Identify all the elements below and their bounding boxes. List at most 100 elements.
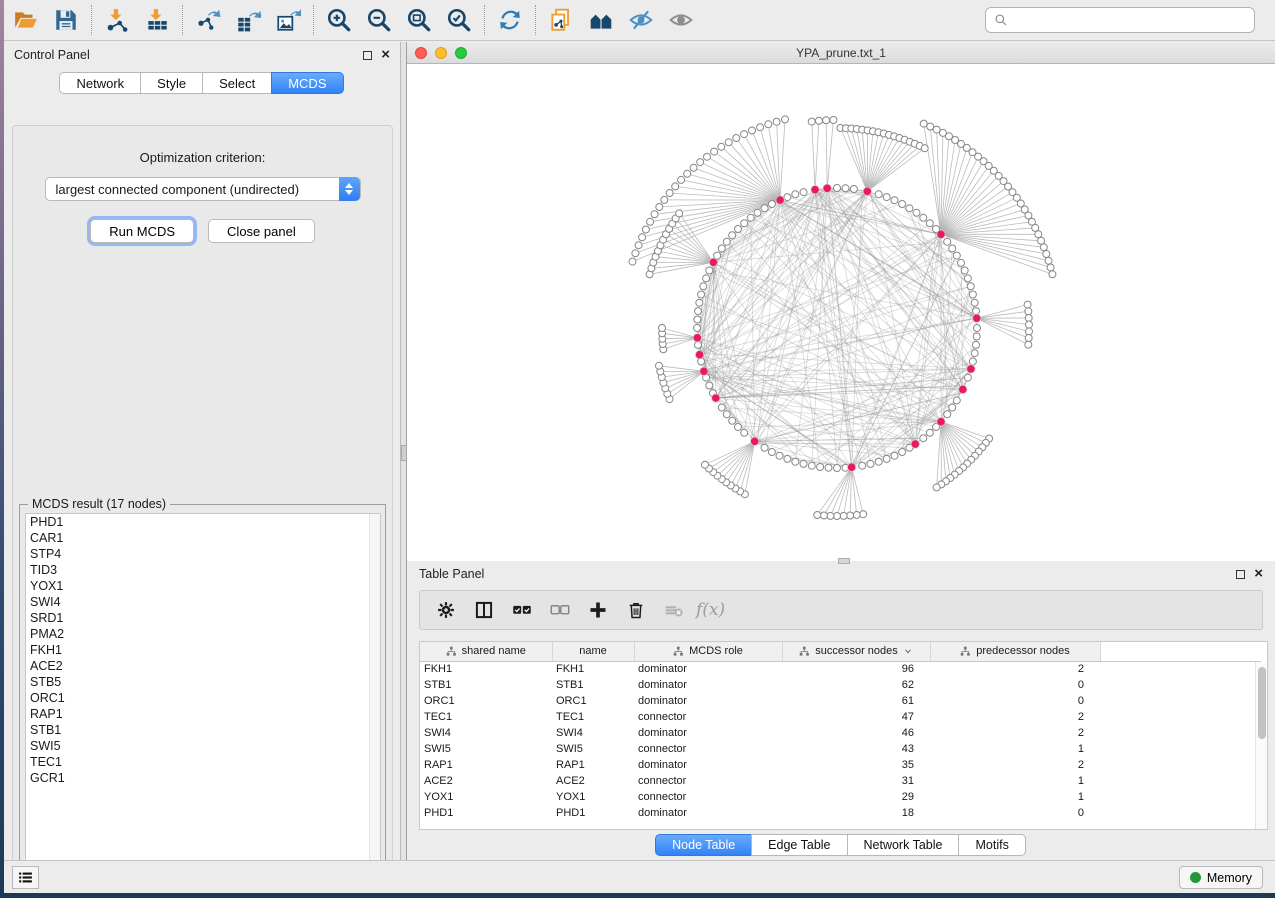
table-row[interactable]: ORC1ORC1dominator610 [420,693,1261,709]
save-button[interactable] [46,3,86,37]
mcds-result-item[interactable]: GCR1 [26,770,380,786]
table-cell-empty [1100,757,1261,773]
optimization-criterion-select[interactable]: largest connected component (undirected) [45,177,361,201]
zoom-fit-button[interactable] [399,3,439,37]
add-button[interactable] [582,594,614,626]
table-row[interactable]: ACE2ACE2connector311 [420,773,1261,789]
mcds-result-item[interactable]: ACE2 [26,658,380,674]
mcds-result-item[interactable]: SWI4 [26,594,380,610]
mcds-result-item[interactable]: SWI5 [26,738,380,754]
tab-mcds[interactable]: MCDS [271,72,343,94]
gear-button[interactable] [430,594,462,626]
table-row[interactable]: PHD1PHD1dominator180 [420,805,1261,821]
column-header-predecessor-nodes[interactable]: predecessor nodes [930,642,1100,661]
table-row[interactable]: STB1STB1dominator620 [420,677,1261,693]
network-graph[interactable] [407,64,1275,560]
export-table-button[interactable] [228,3,268,37]
table-cell: STB1 [420,677,552,693]
network-canvas[interactable] [407,64,1275,560]
table-cell: ACE2 [552,773,634,789]
close-panel-button[interactable]: Close panel [208,219,315,243]
tab-style[interactable]: Style [140,72,203,94]
mcds-result-item[interactable]: STB1 [26,722,380,738]
delete-table-icon [664,600,684,620]
export-image-button[interactable] [268,3,308,37]
tab-network[interactable]: Network [59,72,141,94]
table-panel: Table Panel × f(x) shared namenameMCDS r… [407,562,1275,859]
mcds-result-item[interactable]: CAR1 [26,530,380,546]
float-window-icon[interactable] [363,51,372,60]
table-cell: PHD1 [420,805,552,821]
horizontal-splitter-handle[interactable] [838,558,850,564]
tab-edge-table[interactable]: Edge Table [751,834,847,856]
birdseye-button[interactable] [661,3,701,37]
table-cell: RAP1 [552,757,634,773]
select-all-button[interactable] [506,594,538,626]
table-row[interactable]: RAP1RAP1dominator352 [420,757,1261,773]
trash-icon [626,600,646,620]
mcds-result-item[interactable]: PHD1 [26,514,380,530]
run-mcds-button[interactable]: Run MCDS [90,219,194,243]
table-row[interactable]: FKH1FKH1dominator962 [420,661,1261,677]
table-scrollbar-thumb[interactable] [1258,667,1266,739]
table-row[interactable]: YOX1YOX1connector291 [420,789,1261,805]
tab-network-table[interactable]: Network Table [847,834,960,856]
duplicate-network-button[interactable] [541,3,581,37]
column-header-successor-nodes[interactable]: successor nodes [782,642,930,661]
mcds-result-item[interactable]: ORC1 [26,690,380,706]
search-box[interactable] [985,7,1255,33]
export-network-button[interactable] [188,3,228,37]
column-label: predecessor nodes [976,645,1070,657]
column-header-name[interactable]: name [552,642,634,661]
mcds-list-scrollbar[interactable] [369,514,380,868]
mcds-result-item[interactable]: SRD1 [26,610,380,626]
network-window-titlebar[interactable]: YPA_prune.txt_1 [407,42,1275,64]
column-header-MCDS-role[interactable]: MCDS role [634,642,782,661]
table-cell: YOX1 [420,789,552,805]
mcds-result-item[interactable]: TID3 [26,562,380,578]
close-panel-icon[interactable]: × [381,50,390,60]
tab-motifs[interactable]: Motifs [958,834,1025,856]
refresh-button[interactable] [490,3,530,37]
table-row[interactable]: SWI4SWI4dominator462 [420,725,1261,741]
mcds-result-item[interactable]: PMA2 [26,626,380,642]
mcds-result-item[interactable]: TEC1 [26,754,380,770]
mcds-result-list[interactable]: PHD1CAR1STP4TID3YOX1SWI4SRD1PMA2FKH1ACE2… [25,513,381,869]
duplicate-network-icon [548,7,574,33]
mcds-result-item[interactable]: YOX1 [26,578,380,594]
mcds-result-item[interactable]: STP4 [26,546,380,562]
mcds-result-title: MCDS result (17 nodes) [28,497,170,511]
zoom-out-button[interactable] [359,3,399,37]
binoculars-icon [588,7,614,33]
close-table-panel-icon[interactable]: × [1254,569,1263,579]
trash-button[interactable] [620,594,652,626]
binoculars-button[interactable] [581,3,621,37]
hide-details-button[interactable] [621,3,661,37]
table-cell: STB1 [552,677,634,693]
zoom-fit-icon [406,7,432,33]
table-row[interactable]: TEC1TEC1connector472 [420,709,1261,725]
deselect-all-button[interactable] [544,594,576,626]
task-history-button[interactable] [12,866,39,889]
table-scrollbar[interactable] [1255,662,1267,829]
import-network-button[interactable] [97,3,137,37]
tab-select[interactable]: Select [202,72,272,94]
zoom-selected-button[interactable] [439,3,479,37]
gear-icon [436,600,456,620]
columns-button[interactable] [468,594,500,626]
table-cell-empty [1100,661,1261,677]
tab-node-table[interactable]: Node Table [655,834,752,856]
table-cell: RAP1 [420,757,552,773]
mcds-result-item[interactable]: RAP1 [26,706,380,722]
zoom-in-button[interactable] [319,3,359,37]
mcds-result-item[interactable]: STB5 [26,674,380,690]
search-input[interactable] [1014,13,1246,27]
mcds-result-item[interactable]: FKH1 [26,642,380,658]
table-row[interactable]: SWI5SWI5connector431 [420,741,1261,757]
float-table-panel-icon[interactable] [1236,570,1245,579]
memory-button[interactable]: Memory [1179,866,1263,889]
open-folder-button[interactable] [6,3,46,37]
column-header-shared-name[interactable]: shared name [420,642,552,661]
import-table-button[interactable] [137,3,177,37]
table-cell-empty [1100,709,1261,725]
